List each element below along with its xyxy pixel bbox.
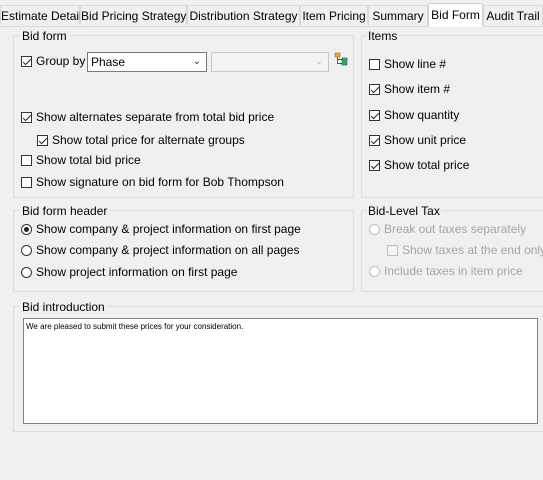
- show-taxes-end-checkbox[interactable]: Show taxes at the end only: [387, 243, 543, 257]
- show-item-number-checkbox[interactable]: Show item #: [369, 82, 450, 96]
- header-project-first-page-radio[interactable]: Show project information on first page: [21, 265, 237, 279]
- show-unit-price-box[interactable]: [369, 134, 380, 146]
- tab-distribution-strategy[interactable]: Distribution Strategy: [187, 5, 300, 25]
- bid-level-tax-group-title: Bid-Level Tax: [366, 204, 442, 218]
- tab-bid-form[interactable]: Bid Form: [428, 3, 483, 27]
- show-alternates-separate-box[interactable]: [21, 111, 32, 123]
- show-total-alternate-groups-box[interactable]: [37, 134, 48, 146]
- show-line-number-label: Show line #: [384, 57, 447, 71]
- include-taxes-radio[interactable]: Include taxes in item price: [369, 264, 523, 278]
- show-line-number-checkbox[interactable]: Show line #: [369, 57, 446, 71]
- show-line-number-box[interactable]: [369, 58, 380, 70]
- show-total-price-checkbox[interactable]: Show total price: [369, 158, 469, 172]
- bid-form-group-title: Bid form: [20, 29, 69, 43]
- show-quantity-checkbox[interactable]: Show quantity: [369, 108, 459, 122]
- include-taxes-radio-dot[interactable]: [369, 265, 380, 277]
- show-alternates-separate-checkbox[interactable]: Show alternates separate from total bid …: [21, 110, 274, 124]
- group-by-select[interactable]: Phase ⌄: [87, 52, 207, 72]
- header-all-pages-radio[interactable]: Show company & project information on al…: [21, 243, 299, 257]
- bid-introduction-textarea[interactable]: We are pleased to submit these prices fo…: [23, 318, 538, 424]
- show-quantity-box[interactable]: [369, 109, 380, 121]
- tab-item-pricing[interactable]: Item Pricing: [300, 5, 368, 25]
- items-group-title: Items: [366, 29, 400, 43]
- header-project-first-page-radio-dot[interactable]: [21, 266, 32, 278]
- header-first-page-label: Show company & project information on fi…: [36, 222, 301, 236]
- show-signature-box[interactable]: [21, 176, 32, 188]
- header-first-page-radio[interactable]: Show company & project information on fi…: [21, 222, 301, 236]
- chevron-down-icon: ⌄: [314, 56, 323, 67]
- group-by-label: Group by: [36, 54, 86, 68]
- show-unit-price-checkbox[interactable]: Show unit price: [369, 133, 466, 147]
- header-all-pages-radio-dot[interactable]: [21, 244, 32, 256]
- bid-form-header-group-title: Bid form header: [20, 204, 110, 218]
- show-unit-price-label: Show unit price: [384, 133, 467, 147]
- show-total-alternate-groups-checkbox[interactable]: Show total price for alternate groups: [37, 133, 245, 147]
- show-total-bid-price-checkbox[interactable]: Show total bid price: [21, 153, 141, 167]
- header-project-first-page-label: Show project information on first page: [36, 265, 238, 279]
- header-all-pages-label: Show company & project information on al…: [36, 243, 300, 257]
- tab-summary[interactable]: Summary: [368, 5, 428, 25]
- show-signature-label: Show signature on bid form for Bob Thomp…: [36, 175, 284, 189]
- show-item-number-box[interactable]: [369, 83, 380, 95]
- show-taxes-end-label: Show taxes at the end only: [402, 243, 543, 257]
- hierarchy-icon[interactable]: [334, 52, 348, 66]
- show-total-price-box[interactable]: [369, 159, 380, 171]
- bid-introduction-group-title: Bid introduction: [20, 300, 107, 314]
- tab-bid-pricing-strategy[interactable]: Bid Pricing Strategy: [80, 5, 187, 25]
- include-taxes-label: Include taxes in item price: [384, 264, 523, 278]
- show-alternates-separate-label: Show alternates separate from total bid …: [36, 110, 275, 124]
- show-item-number-label: Show item #: [384, 82, 451, 96]
- tab-bar: Estimate Detail Bid Pricing Strategy Dis…: [0, 0, 543, 27]
- show-quantity-label: Show quantity: [384, 108, 460, 122]
- break-out-taxes-radio-dot[interactable]: [369, 223, 380, 235]
- secondary-group-select[interactable]: ⌄: [211, 52, 329, 72]
- group-by-checkbox-box[interactable]: [21, 55, 32, 67]
- tab-estimate-detail[interactable]: Estimate Detail: [0, 5, 82, 25]
- show-total-bid-price-label: Show total bid price: [36, 153, 141, 167]
- show-total-bid-price-box[interactable]: [21, 154, 32, 166]
- break-out-taxes-label: Break out taxes separately: [384, 222, 527, 236]
- group-by-select-value: Phase: [91, 55, 126, 69]
- show-total-price-label: Show total price: [384, 158, 470, 172]
- show-signature-checkbox[interactable]: Show signature on bid form for Bob Thomp…: [21, 175, 284, 189]
- tab-audit-trail[interactable]: Audit Trail: [483, 5, 543, 25]
- break-out-taxes-radio[interactable]: Break out taxes separately: [369, 222, 526, 236]
- show-total-alternate-groups-label: Show total price for alternate groups: [52, 133, 245, 147]
- group-by-checkbox[interactable]: Group by: [21, 54, 85, 68]
- header-first-page-radio-dot[interactable]: [21, 223, 32, 235]
- show-taxes-end-box[interactable]: [387, 244, 398, 256]
- chevron-down-icon: ⌄: [192, 56, 201, 67]
